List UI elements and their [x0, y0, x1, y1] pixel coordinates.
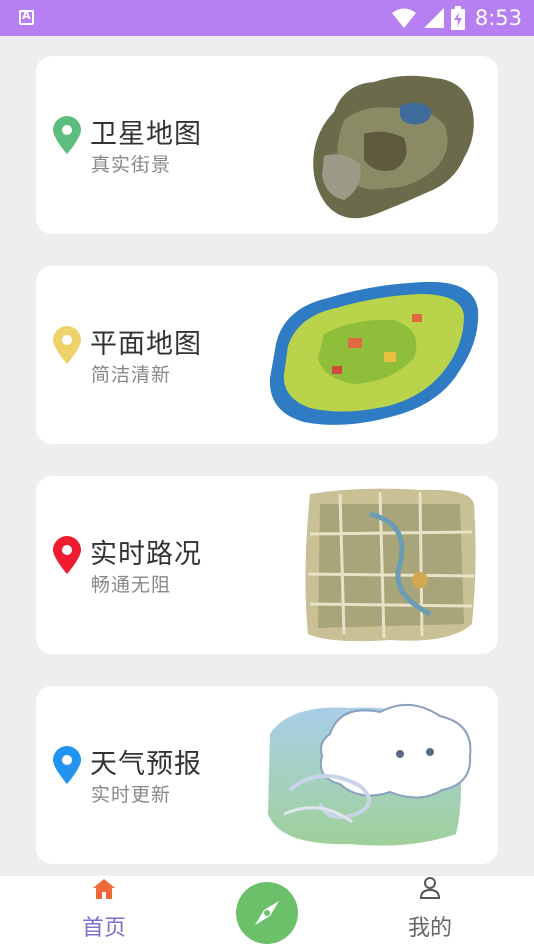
wind-cloud-image: [268, 703, 472, 846]
card-title: 实时路况: [90, 539, 202, 570]
card-subtitle: 简洁清新: [91, 364, 172, 386]
battery-charging-icon: [450, 6, 465, 30]
signal-icon: [423, 8, 444, 28]
nav-home[interactable]: 首页: [60, 876, 148, 950]
location-pin-icon: [53, 536, 81, 574]
bottom-nav: 首页 我的: [0, 876, 534, 950]
nav-home-label: 首页: [81, 916, 126, 941]
card-subtitle: 实时更新: [91, 784, 172, 806]
city-street-map-image: [305, 488, 476, 642]
compass-icon: [255, 901, 279, 925]
nav-mine[interactable]: 我的: [386, 876, 474, 950]
wifi-icon: [391, 8, 416, 28]
status-bar: 8:53: [0, 0, 534, 36]
nav-compass-button[interactable]: [236, 882, 298, 944]
nav-mine-label: 我的: [407, 916, 452, 941]
card-satellite-map[interactable]: 卫星地图 真实街景: [36, 56, 498, 234]
card-title: 平面地图: [90, 329, 202, 360]
home-icon: [93, 879, 115, 899]
card-subtitle: 真实街景: [91, 154, 172, 176]
location-pin-icon: [53, 326, 81, 364]
flat-island-map-image: [269, 281, 479, 425]
user-icon: [419, 877, 441, 899]
card-weather[interactable]: 天气预报 实时更新: [36, 686, 498, 864]
location-pin-icon: [53, 116, 81, 154]
card-subtitle: 畅通无阻: [91, 574, 172, 596]
satellite-terrain-image: [313, 75, 474, 219]
card-title: 天气预报: [90, 749, 202, 780]
status-time: 8:53: [474, 6, 522, 30]
card-flat-map[interactable]: 平面地图 简洁清新: [36, 266, 498, 444]
app-a-icon: [19, 9, 34, 25]
status-icons: 8:53: [391, 0, 522, 36]
card-title: 卫星地图: [90, 119, 202, 150]
location-pin-icon: [53, 746, 81, 784]
card-traffic[interactable]: 实时路况 畅通无阻: [36, 476, 498, 654]
